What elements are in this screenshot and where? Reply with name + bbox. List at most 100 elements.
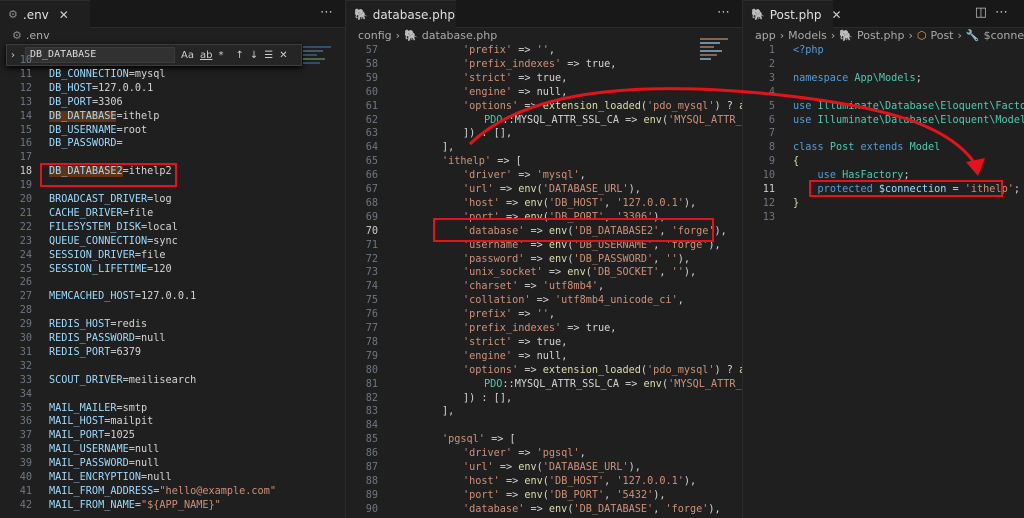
code-line[interactable]: 87 'url' => env('DATABASE_URL'), — [346, 461, 742, 475]
code-line[interactable]: 75 'collation' => 'utf8mb4_unicode_ci', — [346, 294, 742, 308]
breadcrumb-file[interactable]: database.php — [422, 29, 497, 42]
code-line[interactable]: 1 <?php — [743, 44, 1024, 58]
breadcrumb-file[interactable]: .env — [26, 29, 50, 42]
code-line[interactable]: 35 MAIL_MAILER=smtp — [0, 402, 345, 416]
code-line[interactable]: 2 — [743, 58, 1024, 72]
code-line[interactable]: 23 QUEUE_CONNECTION=sync — [0, 235, 345, 249]
code-line[interactable]: 12} — [743, 197, 1024, 211]
code-line[interactable]: 39 MAIL_PASSWORD=null — [0, 457, 345, 471]
code-line[interactable]: 63]) : [], — [346, 127, 742, 141]
code-line[interactable]: 10 — [0, 54, 345, 68]
code-line[interactable]: 81 PDO::MYSQL_ATTR_SSL_CA => env('MYSQL_A… — [346, 378, 742, 392]
code-line[interactable]: 5 use Illuminate\Database\Eloquent\Factor… — [743, 100, 1024, 114]
code-line[interactable]: 80 'options' => extension_loaded('pdo_mys… — [346, 364, 742, 378]
breadcrumb-models[interactable]: Models — [788, 29, 827, 42]
code-line[interactable]: 64], — [346, 141, 742, 155]
minimap[interactable] — [700, 36, 728, 96]
code-line[interactable]: 57 'prefix' => '', — [346, 44, 742, 58]
code-line[interactable]: 40 MAIL_ENCRYPTION=null — [0, 471, 345, 485]
code-line[interactable]: 59 'strict' => true, — [346, 72, 742, 86]
code-line[interactable]: 34 — [0, 388, 345, 402]
code-line[interactable]: 68 'host' => env('DB_HOST', '127.0.0.1'), — [346, 197, 742, 211]
code-line[interactable]: 82]) : [], — [346, 392, 742, 406]
code-line[interactable]: 11 DB_CONNECTION=mysql — [0, 68, 345, 82]
code-line[interactable]: 77 'prefix_indexes' => true, — [346, 322, 742, 336]
split-editor-icon[interactable]: ◫⋯ — [975, 5, 1016, 20]
code-line[interactable]: 62 PDO::MYSQL_ATTR_SSL_CA => env('MYSQL_A… — [346, 114, 742, 128]
breadcrumb-property[interactable]: $connection — [984, 29, 1024, 42]
code-line[interactable]: 13 DB_PORT=3306 — [0, 96, 345, 110]
code-line[interactable]: 65 'ithelp' => [ — [346, 155, 742, 169]
code-line[interactable]: 72 'password' => env('DB_PASSWORD', ''), — [346, 253, 742, 267]
code-line[interactable]: 20 BROADCAST_DRIVER=log — [0, 193, 345, 207]
code-line[interactable]: 61 'options' => extension_loaded('pdo_mys… — [346, 100, 742, 114]
code-line[interactable]: 30 REDIS_PASSWORD=null — [0, 332, 345, 346]
line-text: PDO::MYSQL_ATTR_SSL_CA => env('MYSQL_ATT… — [484, 114, 742, 126]
code-line[interactable]: 86 'driver' => 'pgsql', — [346, 447, 742, 461]
code-line[interactable]: 41 MAIL_FROM_ADDRESS="hello@example.com" — [0, 485, 345, 499]
code-line[interactable]: 89 'port' => env('DB_PORT', '5432'), — [346, 489, 742, 503]
code-line[interactable]: 84 — [346, 419, 742, 433]
code-line[interactable]: 15 DB_USERNAME=root — [0, 124, 345, 138]
code-line[interactable]: 13 — [743, 211, 1024, 225]
code-line[interactable]: 85 'pgsql' => [ — [346, 433, 742, 447]
code-line[interactable]: 90 'database' => env('DB_DATABASE', 'forg… — [346, 503, 742, 517]
code-line[interactable]: 76 'prefix' => '', — [346, 308, 742, 322]
code-line[interactable]: 24 SESSION_DRIVER=file — [0, 249, 345, 263]
breadcrumb-app[interactable]: app — [755, 29, 776, 42]
env-tabbar: ⚙ .env ✕ ⋯ — [0, 0, 345, 28]
code-line[interactable]: 60 'engine' => null, — [346, 86, 742, 100]
line-number: 71 — [365, 239, 378, 251]
breadcrumb-class[interactable]: Post — [930, 29, 953, 42]
code-line[interactable]: 6 use Illuminate\Database\Eloquent\Model; — [743, 114, 1024, 128]
code-line[interactable]: 3 namespace App\Models; — [743, 72, 1024, 86]
code-line[interactable]: 74 'charset' => 'utf8mb4', — [346, 280, 742, 294]
post-editor-pane[interactable]: 🐘 Post.php ✕ ◫⋯ app › Models › 🐘 Post.php › ⬡ Po… — [743, 0, 1024, 518]
code-line[interactable]: 88 'host' => env('DB_HOST', '127.0.0.1'), — [346, 475, 742, 489]
code-line[interactable]: 25 SESSION_LIFETIME=120 — [0, 263, 345, 277]
code-line[interactable]: 73 'unix_socket' => env('DB_SOCKET', ''), — [346, 266, 742, 280]
line-number: 29 — [19, 319, 32, 331]
code-line[interactable]: 28 — [0, 304, 345, 318]
code-line[interactable]: 14 DB_DATABASE=ithelp — [0, 110, 345, 124]
breadcrumb-folder[interactable]: config — [358, 29, 392, 42]
code-line[interactable]: 79 'engine' => null, — [346, 350, 742, 364]
code-line[interactable]: 8 class Post extends Model — [743, 141, 1024, 155]
code-line[interactable]: 7 — [743, 127, 1024, 141]
code-line[interactable]: 58 'prefix_indexes' => true, — [346, 58, 742, 72]
code-line[interactable]: 21 CACHE_DRIVER=file — [0, 207, 345, 221]
line-text: MAIL_PORT=1025 — [49, 430, 135, 442]
code-line[interactable]: 29 REDIS_HOST=redis — [0, 318, 345, 332]
tab-database[interactable]: 🐘 database.php — [346, 0, 456, 28]
code-line[interactable]: 66 'driver' => 'mysql', — [346, 169, 742, 183]
tab-post[interactable]: 🐘 Post.php ✕ — [743, 0, 842, 28]
code-line[interactable]: 22 FILESYSTEM_DISK=local — [0, 221, 345, 235]
php-icon: 🐘 — [354, 8, 368, 21]
tab-env[interactable]: ⚙ .env ✕ — [0, 0, 90, 28]
breadcrumb-file[interactable]: Post.php — [857, 29, 904, 42]
code-line[interactable]: 9{ — [743, 155, 1024, 169]
close-icon[interactable]: ✕ — [831, 8, 841, 22]
code-line[interactable]: 16 DB_PASSWORD= — [0, 137, 345, 151]
code-line[interactable]: 27 MEMCACHED_HOST=127.0.0.1 — [0, 290, 345, 304]
database-editor-pane[interactable]: 🐘 database.php ⋯ config › 🐘 database.php 57… — [346, 0, 742, 518]
env-editor-pane[interactable]: ⚙ .env ✕ ⋯ ⚙ .env › DB_DATABASE Aa ab * ↑… — [0, 0, 345, 518]
code-line[interactable]: 26 — [0, 276, 345, 290]
code-line[interactable]: 37 MAIL_PORT=1025 — [0, 429, 345, 443]
code-line[interactable]: 42 MAIL_FROM_NAME="${APP_NAME}" — [0, 499, 345, 513]
more-actions-icon[interactable]: ⋯ — [717, 5, 734, 20]
minimap[interactable] — [303, 44, 331, 104]
close-icon[interactable]: ✕ — [59, 8, 69, 22]
code-line[interactable]: 38 MAIL_USERNAME=null — [0, 443, 345, 457]
code-line[interactable]: 32 — [0, 360, 345, 374]
more-actions-icon[interactable]: ⋯ — [320, 5, 337, 20]
code-line[interactable]: 67 'url' => env('DATABASE_URL'), — [346, 183, 742, 197]
code-line[interactable]: 4 — [743, 86, 1024, 100]
code-line[interactable]: 78 'strict' => true, — [346, 336, 742, 350]
line-number: 7 — [768, 128, 775, 140]
code-line[interactable]: 31 REDIS_PORT=6379 — [0, 346, 345, 360]
code-line[interactable]: 33 SCOUT_DRIVER=meilisearch — [0, 374, 345, 388]
code-line[interactable]: 36 MAIL_HOST=mailpit — [0, 415, 345, 429]
code-line[interactable]: 12 DB_HOST=127.0.0.1 — [0, 82, 345, 96]
code-line[interactable]: 83], — [346, 405, 742, 419]
